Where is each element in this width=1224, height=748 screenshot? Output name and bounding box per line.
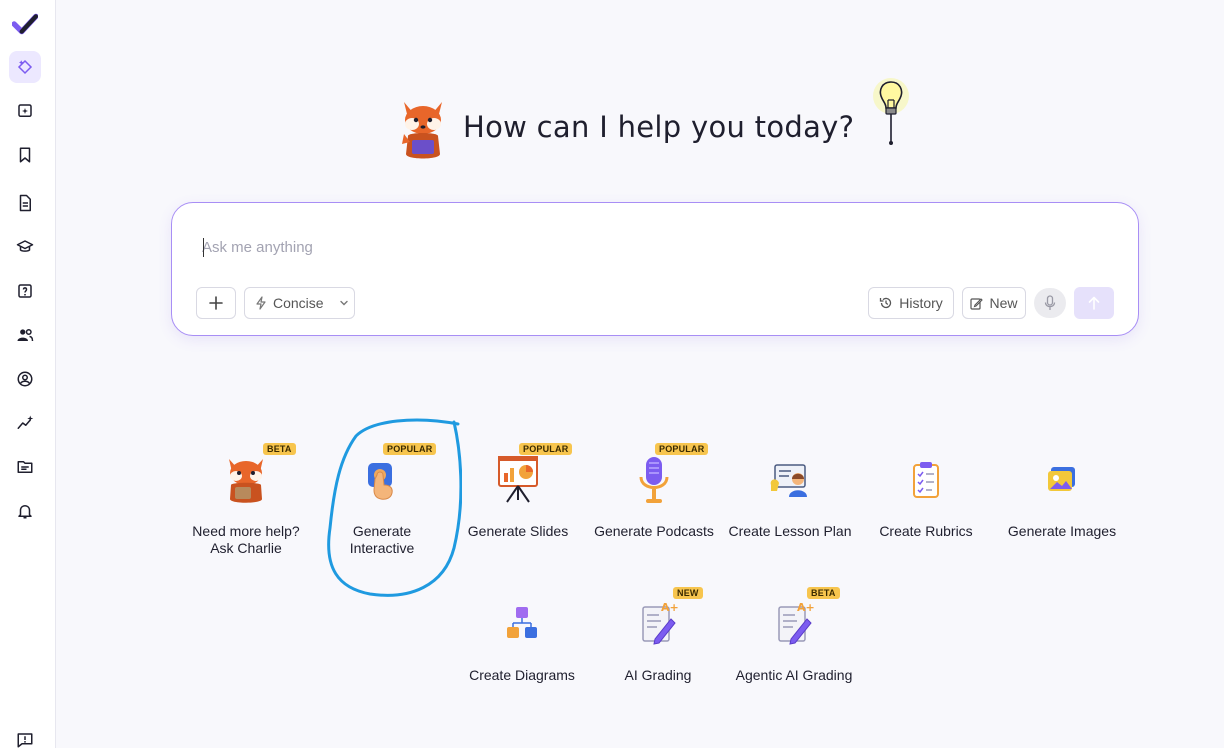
tool-label: Create Rubrics [879,523,973,539]
badge-popular: POPULAR [655,443,709,455]
tool-label: Need more help? Ask Charlie [192,523,300,556]
trend-sparkle-icon [17,415,34,429]
send-button[interactable] [1074,287,1114,319]
sidebar-item-saved[interactable] [9,139,41,171]
tool-label: Generate Slides [467,523,569,539]
chevron-down-icon [339,300,348,306]
user-circle-icon [17,371,33,387]
users-icon [17,329,34,342]
tool-generate-slides[interactable]: POPULAR Generate Slides [450,443,586,575]
bookmark-icon [19,147,31,163]
prompt-input[interactable] [202,235,1082,259]
clipboard-icon [913,462,939,498]
sidebar-item-quizzes[interactable] [9,275,41,307]
graduation-cap-icon [16,240,34,252]
history-button[interactable]: History [868,287,954,319]
document-icon [19,194,31,212]
chat-composer: Concise History New [171,202,1139,336]
fox-mascot-icon [229,459,263,503]
tool-ask-charlie[interactable]: BETA Need more help? Ask Charlie [178,443,314,575]
diagram-icon [507,607,537,638]
feedback-icon [17,733,33,748]
svg-text:A+: A+ [797,601,815,614]
response-mode-label: Concise [273,295,324,311]
presentation-board-icon [498,456,538,503]
badge-popular: POPULAR [383,443,437,455]
folder-icon [17,461,33,473]
grading-pen-icon: A+ [642,601,679,645]
badge-beta: BETA [263,443,296,455]
svg-text:A+: A+ [661,601,679,614]
brand-check-icon [12,13,38,35]
sidebar-item-feedback[interactable] [9,724,41,748]
fox-mascot-icon [402,102,442,159]
microphone-icon [1044,295,1056,310]
tool-label: Generate Images [1007,523,1117,539]
tool-generate-images[interactable]: Generate Images [994,455,1130,575]
sidebar [0,0,56,748]
teacher-icon [770,464,807,497]
touch-hand-icon [368,463,393,500]
sparkle-diamond-icon [17,59,33,75]
sidebar-item-new[interactable] [9,95,41,127]
voice-input-button[interactable] [1034,288,1066,318]
grading-pen-icon: A+ [778,601,815,645]
sidebar-item-chat[interactable] [9,51,41,83]
tool-ai-grading[interactable]: A+ NEW AI Grading [590,587,726,719]
sidebar-item-analytics[interactable] [9,407,41,439]
badge-new: NEW [673,587,703,599]
tool-label: Agentic AI Grading [735,667,853,683]
lightbulb-icon [873,78,909,145]
image-icon [1048,467,1075,491]
tool-generate-interactive[interactable]: POPULAR Generate Interactive [314,443,450,575]
new-label: New [989,295,1018,311]
response-mode-select[interactable]: Concise [244,287,355,319]
tool-create-lesson-plan[interactable]: Create Lesson Plan [722,455,858,575]
attach-button[interactable] [196,287,236,319]
lightning-icon [256,296,266,310]
text-caret [203,238,204,257]
history-icon [880,297,892,309]
add-sparkle-icon [18,104,32,117]
tool-agentic-ai-grading[interactable]: A+ BETA Agentic AI Grading [726,587,862,719]
tool-generate-podcasts[interactable]: POPULAR Generate Podcasts [586,443,722,575]
badge-popular: POPULAR [519,443,573,455]
sidebar-item-courses[interactable] [9,231,41,263]
history-label: History [899,295,943,311]
edit-icon [970,297,984,310]
sidebar-item-files[interactable] [9,451,41,483]
arrow-up-icon [1088,296,1100,310]
bell-icon [18,505,32,519]
tool-create-rubrics[interactable]: Create Rubrics [858,455,994,575]
sidebar-item-documents[interactable] [9,187,41,219]
tool-create-diagrams[interactable]: Create Diagrams [454,599,590,719]
tool-label: Generate Interactive [349,523,415,556]
sidebar-item-people[interactable] [9,319,41,351]
tool-label: Generate Podcasts [594,523,714,539]
page-title: How can I help you today? [463,110,855,144]
sidebar-item-notifications[interactable] [9,495,41,527]
brand-logo[interactable] [9,8,41,40]
tool-label: Create Diagrams [469,667,575,683]
new-chat-button[interactable]: New [962,287,1026,319]
microphone-icon [639,457,669,503]
tool-label: Create Lesson Plan [728,523,852,539]
main-content: How can I help you today? Concise [56,0,1224,748]
plus-icon [209,296,223,310]
sidebar-item-profile[interactable] [9,363,41,395]
tool-label: AI Grading [624,667,692,683]
question-box-icon [18,284,32,298]
badge-beta: BETA [807,587,840,599]
